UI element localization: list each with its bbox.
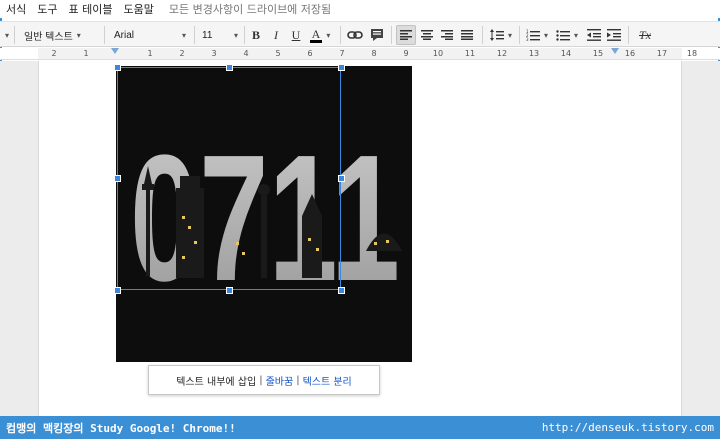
ruler-number: 8: [371, 49, 377, 58]
toolbar-divider: [340, 26, 341, 44]
ruler-number: 13: [528, 49, 540, 58]
ruler-number: 1: [147, 49, 153, 58]
bulleted-list-icon[interactable]: ▾: [554, 25, 580, 45]
increase-indent-icon[interactable]: [606, 25, 622, 45]
chevron-down-icon: ▾: [507, 30, 512, 40]
toolbar-divider: [14, 26, 15, 44]
chevron-down-icon: ▾: [326, 30, 331, 40]
resize-handle-e[interactable]: [338, 175, 345, 182]
ruler-number: 16: [624, 49, 636, 58]
toolbar-divider: [104, 26, 105, 44]
image-selection-box[interactable]: [117, 67, 341, 290]
resize-handle-sw[interactable]: [114, 287, 121, 294]
chevron-down-icon: ▾: [181, 30, 186, 40]
resize-handle-nw[interactable]: [114, 64, 121, 71]
footer-caption-bar: 컴맹의 맥킹장의 Study Google! Chrome!! http://d…: [0, 416, 720, 439]
ruler-number: 2: [51, 49, 57, 58]
toolbar-divider: [391, 26, 392, 44]
toolbar-divider: [244, 26, 245, 44]
resize-handle-ne[interactable]: [338, 64, 345, 71]
break-text-link[interactable]: 텍스트 분리: [303, 373, 352, 388]
paragraph-style-select[interactable]: 일반 텍스트 ▾: [24, 25, 94, 45]
resize-handle-s[interactable]: [226, 287, 233, 294]
font-family-value: Arial: [114, 29, 135, 41]
menu-bar: 서식 도구 표 테이블 도움말 모든 변경사항이 드라이브에 저장됨: [0, 0, 720, 18]
left-indent-marker[interactable]: [111, 48, 119, 54]
popup-separator: |: [296, 374, 300, 386]
image-options-popup: 텍스트 내부에 삽입 | 줄바꿈 | 텍스트 분리: [148, 365, 380, 395]
align-center-button[interactable]: [418, 25, 436, 45]
toolbar-divider: [194, 26, 195, 44]
ruler-number: 9: [403, 49, 409, 58]
toolbar-overflow-icon[interactable]: ▾: [2, 25, 9, 45]
resize-handle-se[interactable]: [338, 287, 345, 294]
ruler-number: 15: [592, 49, 604, 58]
line-spacing-icon[interactable]: ▾: [488, 25, 514, 45]
numbered-list-icon[interactable]: 123 ▾: [524, 25, 550, 45]
save-status: 모든 변경사항이 드라이브에 저장됨: [168, 3, 332, 16]
comment-icon[interactable]: [368, 25, 386, 45]
toolbar-divider: [482, 26, 483, 44]
chevron-down-icon: ▾: [76, 30, 81, 40]
align-justify-button[interactable]: [458, 25, 476, 45]
ruler-number: 3: [211, 49, 217, 58]
chevron-down-icon: ▾: [233, 30, 238, 40]
align-right-button[interactable]: [438, 25, 456, 45]
ruler-number: 2: [179, 49, 185, 58]
ruler-number: 6: [307, 49, 313, 58]
decrease-indent-icon[interactable]: [586, 25, 602, 45]
ruler-number: 14: [560, 49, 572, 58]
italic-button[interactable]: I: [269, 25, 283, 45]
ruler-number: 12: [496, 49, 508, 58]
formatting-toolbar: ▾ 일반 텍스트 ▾ Arial ▾ 11 ▾ B I U A ▾ ▾ 1 2 …: [0, 21, 720, 47]
ruler-number: 5: [275, 49, 281, 58]
popup-separator: |: [259, 374, 263, 386]
toolbar-divider: [628, 26, 629, 44]
font-family-select[interactable]: Arial ▾: [114, 25, 186, 45]
text-color-button[interactable]: A ▾: [309, 25, 331, 45]
chevron-down-icon: ▾: [573, 30, 578, 40]
underline-button[interactable]: U: [289, 25, 303, 45]
ruler: 2 1 1 2 3 4 5 6 7 8 9 10 11 12 13 14 15 …: [0, 48, 720, 60]
ruler-number: 18: [686, 49, 698, 58]
menu-format[interactable]: 서식: [6, 1, 26, 17]
wrap-text-link[interactable]: 줄바꿈: [266, 373, 294, 388]
align-left-button[interactable]: [396, 25, 416, 45]
menu-table[interactable]: 표 테이블: [69, 1, 113, 17]
menu-tools[interactable]: 도구: [37, 1, 57, 17]
resize-handle-n[interactable]: [226, 64, 233, 71]
ruler-band: [38, 48, 682, 59]
ruler-number: 7: [339, 49, 345, 58]
link-icon[interactable]: [346, 25, 364, 45]
bold-button[interactable]: B: [249, 25, 263, 45]
font-size-select[interactable]: 11 ▾: [202, 25, 238, 45]
footer-title: 컴맹의 맥킹장의 Study Google! Chrome!!: [6, 421, 236, 435]
ruler-number: 10: [432, 49, 444, 58]
ruler-number: 4: [243, 49, 249, 58]
font-size-value: 11: [202, 29, 213, 41]
ruler-number: 17: [656, 49, 668, 58]
menu-help[interactable]: 도움말: [124, 1, 154, 17]
svg-text:3: 3: [526, 37, 529, 41]
ruler-number: 11: [464, 49, 476, 58]
clear-formatting-button[interactable]: Tx: [636, 25, 654, 45]
toolbar-divider: [519, 26, 520, 44]
resize-handle-w[interactable]: [114, 175, 121, 182]
paragraph-style-value: 일반 텍스트: [24, 31, 73, 43]
right-indent-marker[interactable]: [611, 48, 619, 54]
ruler-number: 1: [83, 49, 89, 58]
chevron-down-icon: ▾: [543, 30, 548, 40]
inline-with-text-option[interactable]: 텍스트 내부에 삽입: [176, 373, 256, 388]
footer-url: http://denseuk.tistory.com: [541, 421, 714, 434]
